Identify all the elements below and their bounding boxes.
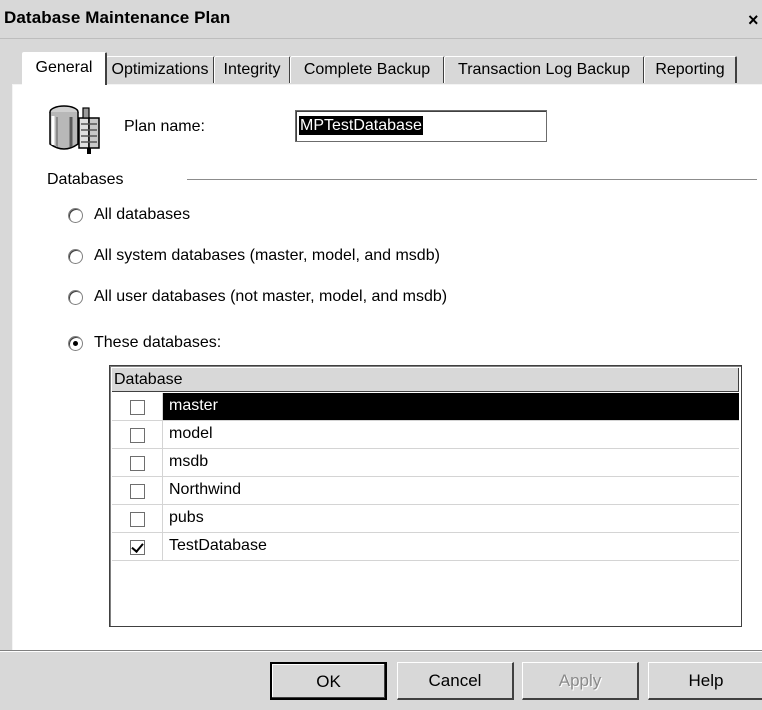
tab-optimizations[interactable]: Optimizations xyxy=(106,56,215,83)
plan-name-label: Plan name: xyxy=(124,118,205,136)
help-button[interactable]: Help xyxy=(648,662,762,700)
database-name-cell: TestDatabase xyxy=(163,533,739,560)
database-name-cell: master xyxy=(163,393,739,420)
checkbox[interactable] xyxy=(130,484,145,499)
list-item[interactable]: Northwind xyxy=(112,477,739,505)
tab-reporting[interactable]: Reporting xyxy=(644,56,737,83)
database-name: Northwind xyxy=(169,481,242,498)
list-item[interactable]: master xyxy=(112,393,739,421)
tab-optimizations-label: Optimizations xyxy=(111,61,209,78)
databases-group-divider xyxy=(187,179,757,181)
window-title: Database Maintenance Plan xyxy=(4,8,231,27)
cancel-button[interactable]: Cancel xyxy=(397,662,514,700)
checkbox[interactable] xyxy=(130,456,145,471)
database-list[interactable]: Database master model msdb Northwind pub… xyxy=(109,365,742,627)
tab-general-label: General xyxy=(35,59,93,76)
tab-general[interactable]: General xyxy=(22,52,107,85)
plan-name-input[interactable]: MPTestDatabase xyxy=(295,110,547,142)
list-item[interactable]: pubs xyxy=(112,505,739,533)
list-item[interactable]: TestDatabase xyxy=(112,533,739,561)
tab-transaction-log-backup-label: Transaction Log Backup xyxy=(458,61,630,78)
database-name: msdb xyxy=(169,453,209,470)
databases-group-label: Databases xyxy=(47,171,124,188)
list-item[interactable]: model xyxy=(112,421,739,449)
database-column-header[interactable]: Database xyxy=(112,368,739,392)
checkbox[interactable] xyxy=(130,428,145,443)
database-name: master xyxy=(169,397,218,414)
checkbox-checked[interactable] xyxy=(130,540,145,555)
database-name-cell: Northwind xyxy=(163,477,739,504)
database-server-icon xyxy=(49,105,100,154)
radio-all-user-databases-label: All user databases (not master, model, a… xyxy=(94,288,448,305)
database-name-cell: pubs xyxy=(163,505,739,532)
footer-divider xyxy=(0,650,762,652)
tab-integrity-label: Integrity xyxy=(223,61,281,78)
database-name: model xyxy=(169,425,213,442)
database-name-cell: model xyxy=(163,421,739,448)
tab-complete-backup-label: Complete Backup xyxy=(303,61,431,78)
cancel-button-label: Cancel xyxy=(428,671,482,690)
ok-button-label: OK xyxy=(316,672,341,691)
radio-button[interactable] xyxy=(68,290,83,305)
apply-button[interactable]: Apply xyxy=(522,662,639,700)
radio-button[interactable] xyxy=(68,249,83,264)
tab-reporting-label: Reporting xyxy=(655,61,725,78)
database-name: TestDatabase xyxy=(169,537,267,554)
list-item[interactable]: msdb xyxy=(112,449,739,477)
title-bar: Database Maintenance Plan × xyxy=(0,0,762,39)
checkbox[interactable] xyxy=(130,400,145,415)
tab-complete-backup[interactable]: Complete Backup xyxy=(290,56,445,83)
database-column-header-label: Database xyxy=(114,371,183,388)
database-name: pubs xyxy=(169,509,204,526)
plan-name-label-text: Plan name: xyxy=(124,118,205,135)
radio-all-system-databases-label: All system databases (master, model, and… xyxy=(94,247,440,264)
dialog-window: Database Maintenance Plan × General Opti… xyxy=(0,0,762,710)
tab-transaction-log-backup[interactable]: Transaction Log Backup xyxy=(444,56,645,83)
database-name-cell: msdb xyxy=(163,449,739,476)
radio-button-selected[interactable] xyxy=(68,336,83,351)
apply-button-label: Apply xyxy=(558,671,602,690)
close-icon[interactable]: × xyxy=(748,11,762,29)
radio-these-databases-label: These databases: xyxy=(94,334,222,351)
help-button-label: Help xyxy=(688,671,724,690)
plan-name-value: MPTestDatabase xyxy=(299,116,423,135)
radio-button[interactable] xyxy=(68,208,83,223)
ok-button[interactable]: OK xyxy=(270,662,387,700)
tab-integrity[interactable]: Integrity xyxy=(214,56,291,83)
radio-all-databases-label: All databases xyxy=(94,206,191,223)
checkbox[interactable] xyxy=(130,512,145,527)
